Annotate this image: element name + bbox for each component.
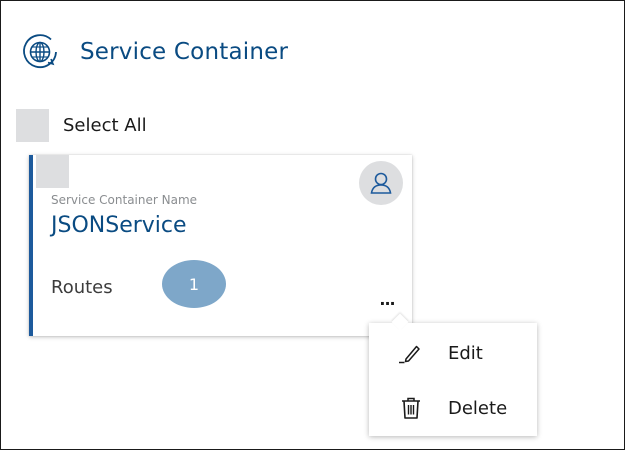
routes-count-badge[interactable]: 1 [162, 260, 226, 308]
service-container-name-label: Service Container Name [51, 193, 198, 207]
pencil-icon [397, 339, 425, 367]
more-options-button[interactable]: ... [375, 292, 399, 317]
card-checkbox[interactable] [36, 155, 69, 188]
page-header: Service Container [20, 30, 288, 74]
routes-label: Routes [51, 277, 113, 298]
trash-icon [397, 394, 425, 422]
select-all-control[interactable]: Select All [16, 109, 147, 142]
menu-item-delete-label[interactable]: Delete [448, 398, 507, 419]
select-all-checkbox[interactable] [16, 109, 49, 142]
select-all-label[interactable]: Select All [63, 115, 147, 136]
user-icon[interactable] [359, 161, 403, 205]
menu-item-edit[interactable]: Edit [369, 328, 537, 378]
service-container-card[interactable]: Service Container Name JSONService Route… [29, 155, 412, 336]
service-container-name[interactable]: JSONService [51, 213, 187, 238]
card-context-menu: Edit Delete [369, 323, 537, 436]
menu-item-delete[interactable]: Delete [369, 383, 537, 433]
globe-icon [20, 32, 60, 72]
menu-item-edit-label[interactable]: Edit [448, 343, 483, 364]
page-title: Service Container [80, 39, 289, 65]
